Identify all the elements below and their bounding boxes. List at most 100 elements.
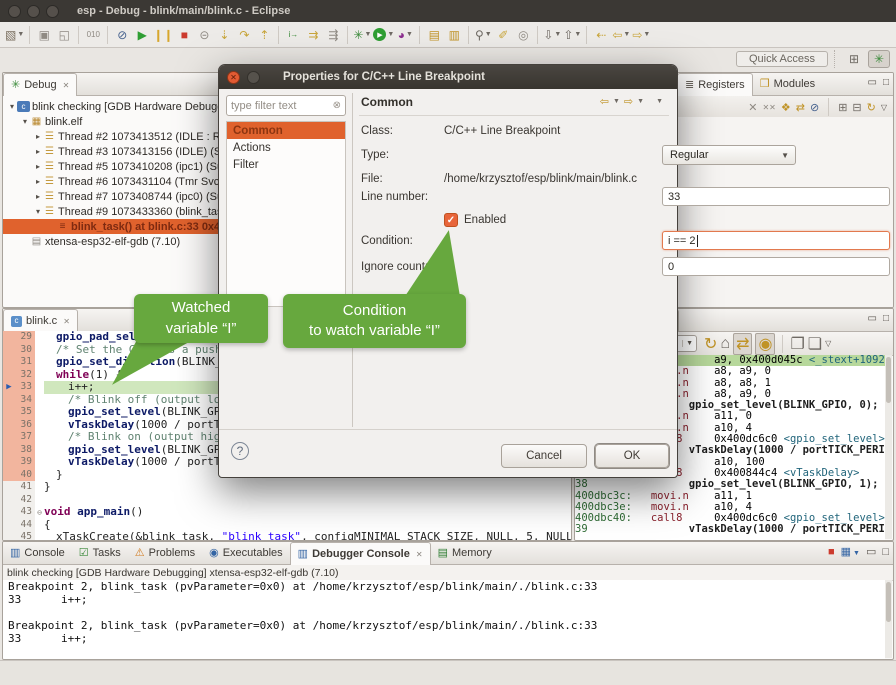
breakpoint-ruler[interactable] [3, 456, 15, 469]
close-icon[interactable]: ✕ [416, 550, 423, 559]
forward-icon[interactable]: ⇨ [624, 95, 633, 108]
breakpoint-ruler[interactable] [3, 506, 15, 519]
skip-breakpoints-icon[interactable]: ⊘ [113, 25, 131, 45]
remove-all-icon[interactable]: ✕✕ [762, 103, 775, 112]
chevron-down-icon[interactable]: ▼ [643, 31, 650, 38]
chevron-down-icon[interactable]: ▼ [485, 31, 492, 38]
disassembly-scrollbar[interactable] [885, 355, 892, 539]
cast-to-type-icon[interactable]: ⇄ [796, 101, 805, 114]
breakpoint-ruler[interactable] [3, 519, 15, 532]
step-return-icon[interactable]: ⇡ [255, 25, 273, 45]
ok-button[interactable]: OK [595, 444, 669, 468]
step-filters-edit-icon[interactable]: ⇶ [324, 25, 342, 45]
tree-expander-icon[interactable]: ▸ [33, 177, 43, 186]
chevron-down-icon[interactable]: ▼ [406, 31, 413, 38]
disable-selection-icon[interactable]: ⊘ [810, 101, 819, 114]
mark-occurrences-icon[interactable]: ✐ [494, 25, 512, 45]
use-step-filters-icon[interactable]: ⇉ [304, 25, 322, 45]
ignore-count-input[interactable]: 0 [662, 257, 890, 276]
window-maximize-button[interactable] [46, 5, 59, 18]
breakpoint-ruler[interactable] [3, 481, 15, 494]
open-perspective-icon[interactable]: ⊞ [843, 50, 865, 68]
resume-icon[interactable]: ▶ [133, 25, 151, 45]
disasm-line[interactable]: 39 vTaskDelay(1000 / portTICK_PERI [575, 524, 885, 535]
chevron-down-icon[interactable]: ▼ [387, 31, 394, 38]
last-edit-location-icon[interactable]: ⇠ [592, 25, 610, 45]
tree-expander-icon[interactable]: ▾ [20, 117, 30, 126]
search-icon[interactable]: ⚲▼ [474, 25, 492, 45]
filter-input[interactable]: type filter text ⊗ [226, 95, 346, 116]
maximize-icon[interactable]: □ [883, 77, 889, 88]
disconnect-icon[interactable]: ⊝ [195, 25, 213, 45]
code-line[interactable]: 45xTaskCreate(&blink_task, "blink_task",… [3, 531, 571, 540]
new-cpp-project-icon[interactable]: ▤ [425, 25, 443, 45]
help-icon[interactable]: ? [231, 442, 249, 460]
code-line[interactable]: 41} [3, 481, 571, 494]
dialog-close-button[interactable]: ✕ [227, 71, 240, 84]
breakpoint-ruler[interactable] [3, 356, 15, 369]
debug-icon[interactable]: ✳▼ [353, 25, 371, 45]
terminate-console-icon[interactable]: ■ [828, 546, 835, 558]
breakpoint-ruler[interactable] [3, 344, 15, 357]
maximize-icon[interactable]: □ [883, 313, 889, 324]
home-icon[interactable]: ⌂ [720, 335, 730, 353]
remove-icon[interactable]: ✕ [748, 101, 757, 114]
tree-expander-icon[interactable]: ▸ [33, 192, 43, 201]
clear-filter-icon[interactable]: ⊗ [333, 100, 341, 111]
breakpoint-ruler[interactable] [3, 394, 15, 407]
terminate-icon[interactable]: ■ [175, 25, 193, 45]
tab-executables[interactable]: ◉Executables [202, 542, 290, 564]
breakpoint-ruler[interactable] [3, 331, 15, 344]
save-all-icon[interactable]: ◱ [55, 25, 73, 45]
chevron-down-icon[interactable]: ▼ [682, 340, 696, 347]
refresh-icon[interactable]: ↻ [867, 101, 876, 114]
instruction-pointer-icon[interactable]: ▶ [3, 381, 15, 394]
window-minimize-button[interactable] [27, 5, 40, 18]
minimize-icon[interactable]: ▭ [868, 313, 877, 324]
external-tools-icon[interactable]: ◕▼ [396, 25, 414, 45]
step-over-icon[interactable]: ↷ [235, 25, 253, 45]
cancel-button[interactable]: Cancel [501, 444, 587, 468]
view-menu-icon[interactable]: ▼ [656, 98, 663, 105]
minimize-icon[interactable]: ▭ [866, 545, 876, 558]
new-wizard-icon[interactable]: ▧▼ [5, 25, 24, 45]
instruction-stepping-icon[interactable]: i→ [284, 25, 302, 45]
suspend-icon[interactable]: ❙❙ [153, 25, 173, 45]
binary-icon[interactable]: 010 [84, 25, 102, 45]
fold-marker-icon[interactable]: ⊖ [35, 508, 44, 517]
chevron-down-icon[interactable]: ▼ [17, 31, 24, 38]
step-into-icon[interactable]: ⇣ [215, 25, 233, 45]
tab-debugger-console[interactable]: ▥Debugger Console✕ [290, 542, 431, 565]
dialog-nav-item-filter[interactable]: Filter [227, 156, 345, 173]
chevron-down-icon[interactable]: ▼ [623, 31, 630, 38]
close-icon[interactable]: ✕ [63, 81, 70, 90]
perspective-debug-icon[interactable]: ✳ [868, 50, 890, 68]
run-icon[interactable]: ▶▼ [373, 25, 394, 45]
tab-problems[interactable]: ⚠Problems [128, 542, 202, 564]
tree-expander-icon[interactable]: ▸ [33, 147, 43, 156]
breakpoint-ruler[interactable] [3, 469, 15, 482]
tree-expander-icon[interactable]: ▾ [33, 207, 43, 216]
breakpoint-ruler[interactable] [3, 406, 15, 419]
tab-tasks[interactable]: ☑Tasks [72, 542, 128, 564]
console-scrollbar[interactable] [885, 580, 892, 658]
window-close-button[interactable] [8, 5, 21, 18]
condition-input[interactable]: i == 2 [662, 231, 890, 250]
display-selected-console-icon[interactable]: ▦ ▼ [841, 545, 860, 558]
breakpoint-ruler[interactable] [3, 369, 15, 382]
dialog-maximize-button[interactable] [247, 71, 260, 84]
tab-modules[interactable]: ❒Modules [753, 73, 822, 95]
pin-view-icon[interactable]: ❏ [808, 334, 822, 354]
tab-registers[interactable]: ≣Registers [677, 73, 753, 96]
sync-active-context-icon[interactable]: ⇄ [733, 333, 752, 355]
forward-icon[interactable]: ⇨▼ [632, 25, 650, 45]
type-select[interactable]: Regular ▼ [662, 145, 796, 165]
tab-debug[interactable]: ✳ Debug ✕ [3, 73, 77, 96]
view-menu-icon[interactable]: ▽ [881, 103, 887, 112]
maximize-icon[interactable]: □ [882, 546, 889, 558]
add-register-group-icon[interactable]: ❖ [781, 101, 791, 114]
enabled-checkbox[interactable]: ✓ [444, 213, 458, 227]
breakpoint-ruler[interactable] [3, 431, 15, 444]
back-icon[interactable]: ⇦ [600, 95, 609, 108]
dialog-nav-item-actions[interactable]: Actions [227, 139, 345, 156]
